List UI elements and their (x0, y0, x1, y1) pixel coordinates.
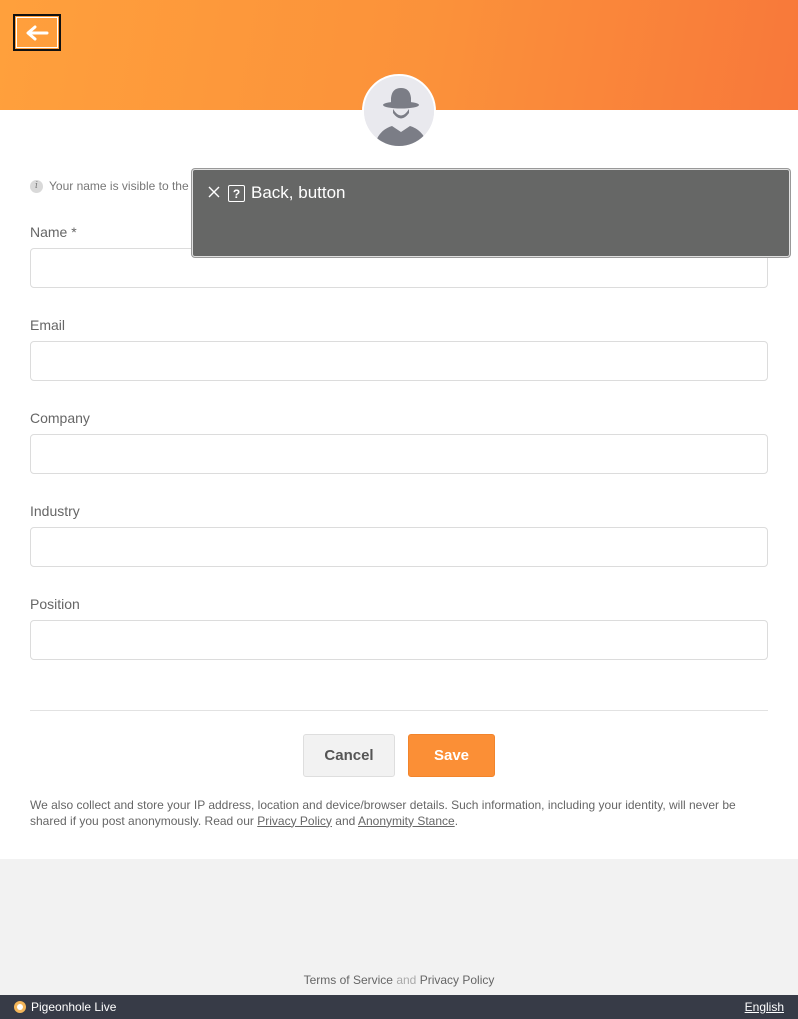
info-icon: i (30, 179, 43, 193)
company-field[interactable] (30, 434, 768, 474)
disclaimer-and: and (331, 813, 358, 828)
avatar[interactable] (362, 74, 436, 148)
position-field[interactable] (30, 620, 768, 660)
arrow-left-icon (26, 25, 49, 40)
email-field[interactable] (30, 341, 768, 381)
industry-label: Industry (30, 503, 80, 519)
footer-links: Terms of Service and Privacy Policy (0, 973, 798, 987)
tooltip-text: Back, button (251, 183, 346, 202)
question-icon: ? (228, 185, 245, 202)
bottom-bar: Pigeonhole Live English (0, 995, 798, 1019)
footer-and: and (392, 973, 420, 987)
disclaimer-end: . (454, 813, 459, 828)
footer-privacy-policy-link[interactable]: Privacy Policy (420, 973, 495, 987)
terms-of-service-link[interactable]: Terms of Service (304, 973, 393, 987)
language-selector[interactable]: English (745, 1000, 784, 1014)
email-label: Email (30, 317, 66, 333)
pigeonhole-logo-icon (14, 1001, 26, 1013)
back-button[interactable] (13, 14, 61, 51)
position-label: Position (30, 596, 80, 612)
close-icon[interactable] (207, 185, 221, 199)
cancel-button[interactable]: Cancel (303, 734, 395, 777)
privacy-disclaimer: We also collect and store your IP addres… (30, 798, 770, 829)
industry-field[interactable] (30, 527, 768, 567)
divider (30, 710, 768, 711)
anonymity-stance-link[interactable]: Anonymity Stance (358, 814, 455, 828)
name-label: Name * (30, 224, 77, 240)
screen-reader-tooltip: ? Back, button (192, 169, 790, 257)
privacy-policy-link[interactable]: Privacy Policy (257, 814, 332, 828)
brand-name: Pigeonhole Live (31, 1000, 117, 1014)
save-button[interactable]: Save (408, 734, 495, 777)
company-label: Company (30, 410, 90, 426)
visibility-note-text: Your name is visible to the (49, 179, 189, 193)
brand[interactable]: Pigeonhole Live (14, 1000, 116, 1014)
visibility-note: i Your name is visible to the (30, 179, 189, 193)
